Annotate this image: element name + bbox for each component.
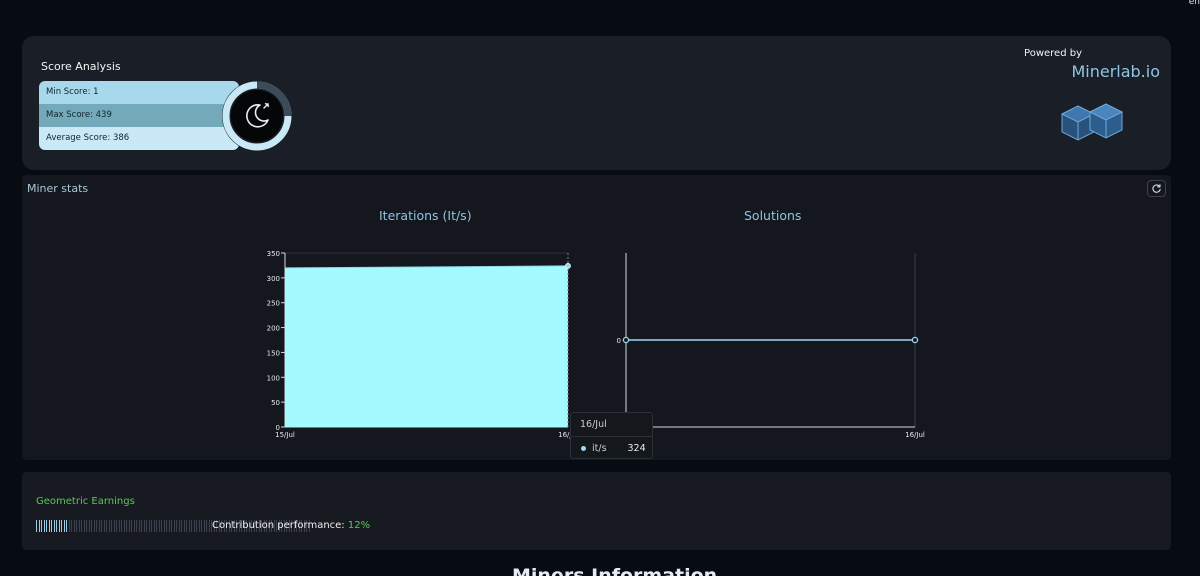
progress-segment — [188, 520, 190, 532]
progress-segment — [41, 520, 42, 532]
progress-segment — [166, 520, 167, 532]
progress-segment — [103, 520, 105, 532]
progress-segment — [193, 520, 195, 532]
progress-segment — [123, 520, 125, 532]
progress-segment — [48, 520, 50, 532]
progress-segment — [156, 520, 157, 532]
solutions-point — [911, 336, 919, 344]
progress-segment — [58, 520, 60, 532]
tooltip-date: 16/Jul — [571, 413, 652, 437]
iterations-area — [285, 265, 568, 427]
contribution-value: 12% — [347, 520, 371, 531]
progress-segment — [153, 520, 155, 532]
y-tick-label: 50 — [271, 399, 280, 407]
hover-point — [565, 263, 571, 269]
progress-segment — [68, 520, 70, 532]
progress-segment — [83, 520, 85, 532]
progress-segment — [106, 520, 107, 532]
progress-segment — [66, 520, 67, 532]
progress-segment — [128, 520, 130, 532]
progress-segment — [173, 520, 175, 532]
miners-information-heading: Miners Information — [512, 565, 718, 576]
progress-segment — [51, 520, 52, 532]
progress-segment — [201, 520, 202, 532]
progress-segment — [46, 520, 47, 532]
progress-segment — [56, 520, 57, 532]
progress-segment — [126, 520, 127, 532]
progress-segment — [36, 520, 37, 532]
progress-segment — [158, 520, 160, 532]
progress-segment — [53, 520, 55, 532]
y-tick-label: 350 — [267, 250, 280, 258]
contribution-progress-bar — [36, 520, 310, 532]
progress-segment — [163, 520, 165, 532]
progress-segment — [43, 520, 45, 532]
progress-segment — [63, 520, 65, 532]
x-tick-label: 15/Jul — [275, 431, 295, 439]
progress-segment — [168, 520, 170, 532]
progress-segment — [161, 520, 162, 532]
progress-segment — [38, 520, 40, 532]
progress-segment — [86, 520, 87, 532]
progress-segment — [118, 520, 120, 532]
progress-segment — [108, 520, 110, 532]
progress-segment — [203, 520, 205, 532]
progress-segment — [183, 520, 185, 532]
progress-segment — [78, 520, 80, 532]
solutions-point — [622, 336, 630, 344]
y-tick-label: 300 — [267, 275, 280, 283]
earnings-panel: Geometric Earnings Contribution performa… — [22, 472, 1171, 550]
progress-segment — [81, 520, 82, 532]
progress-segment — [178, 520, 180, 532]
progress-segment — [181, 520, 182, 532]
progress-segment — [98, 520, 100, 532]
progress-segment — [91, 520, 92, 532]
progress-segment — [206, 520, 207, 532]
progress-segment — [143, 520, 145, 532]
solutions-x-tick-label: 16/Jul — [905, 431, 925, 439]
y-tick-label: 250 — [267, 300, 280, 308]
tooltip-row: it/s 324 — [571, 437, 652, 454]
geometric-earnings-title: Geometric Earnings — [36, 496, 135, 507]
progress-segment — [116, 520, 117, 532]
series-dot-icon — [581, 446, 586, 451]
progress-segment — [113, 520, 115, 532]
progress-segment — [88, 520, 90, 532]
progress-segment — [151, 520, 152, 532]
progress-segment — [96, 520, 97, 532]
solutions-y-tick-label: 0 — [617, 337, 621, 345]
progress-segment — [198, 520, 200, 532]
progress-segment — [186, 520, 187, 532]
progress-segment — [111, 520, 112, 532]
y-tick-label: 200 — [267, 325, 280, 333]
progress-segment — [76, 520, 77, 532]
progress-segment — [136, 520, 137, 532]
tooltip-value: 324 — [627, 443, 646, 454]
progress-segment — [71, 520, 72, 532]
progress-segment — [93, 520, 95, 532]
progress-segment — [148, 520, 150, 532]
contribution-label: Contribution performance: — [212, 520, 345, 531]
progress-segment — [176, 520, 177, 532]
progress-segment — [171, 520, 172, 532]
progress-segment — [133, 520, 135, 532]
progress-segment — [208, 520, 210, 532]
progress-segment — [61, 520, 62, 532]
progress-segment — [196, 520, 197, 532]
progress-segment — [146, 520, 147, 532]
progress-segment — [101, 520, 102, 532]
y-tick-label: 100 — [267, 374, 280, 382]
chart-tooltip: 16/Jul it/s 324 — [570, 412, 653, 459]
progress-segment — [191, 520, 192, 532]
progress-segment — [141, 520, 142, 532]
progress-segment — [138, 520, 140, 532]
tooltip-label: it/s — [592, 443, 607, 454]
progress-segment — [121, 520, 122, 532]
y-tick-label: 150 — [267, 349, 280, 357]
progress-segment — [131, 520, 132, 532]
contribution-performance: Contribution performance: 12% — [212, 520, 370, 531]
progress-segment — [73, 520, 75, 532]
